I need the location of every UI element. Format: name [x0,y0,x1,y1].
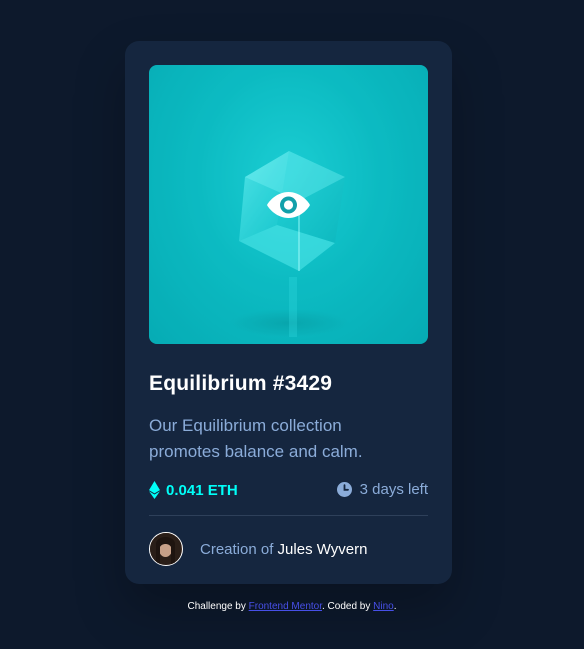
nft-image[interactable] [149,65,428,344]
avatar-image [150,533,181,564]
attribution-prefix: Challenge by [187,601,246,612]
divider [149,515,428,516]
attribution: Challenge by Frontend Mentor. Coded by N… [0,601,584,612]
nft-description: Our Equilibrium collection promotes bala… [149,416,363,461]
ethereum-icon [149,481,160,499]
creator: Creation of Jules Wyvern [149,532,367,566]
attribution-suffix: . [393,601,397,612]
price: 0.041 ETH [149,481,238,499]
nft-card: Equilibrium #3429 Our Equilibrium collec… [125,41,452,584]
frontend-mentor-link[interactable]: Frontend Mentor [249,601,322,612]
price-value: 0.041 ETH [166,481,238,499]
creator-name[interactable]: Jules Wyvern [278,541,368,558]
clock-icon [336,482,352,497]
avatar [149,532,183,566]
creator-prefix: Creation of [200,540,274,558]
time-left: 3 days left [336,481,428,498]
eye-icon [267,192,310,218]
author-link[interactable]: Nino [373,601,394,612]
attribution-middle: . Coded by [322,601,371,612]
creator-text: Creation of Jules Wyvern [200,541,367,558]
time-value: 3 days left [359,481,428,498]
nft-title[interactable]: Equilibrium #3429 [149,372,332,396]
